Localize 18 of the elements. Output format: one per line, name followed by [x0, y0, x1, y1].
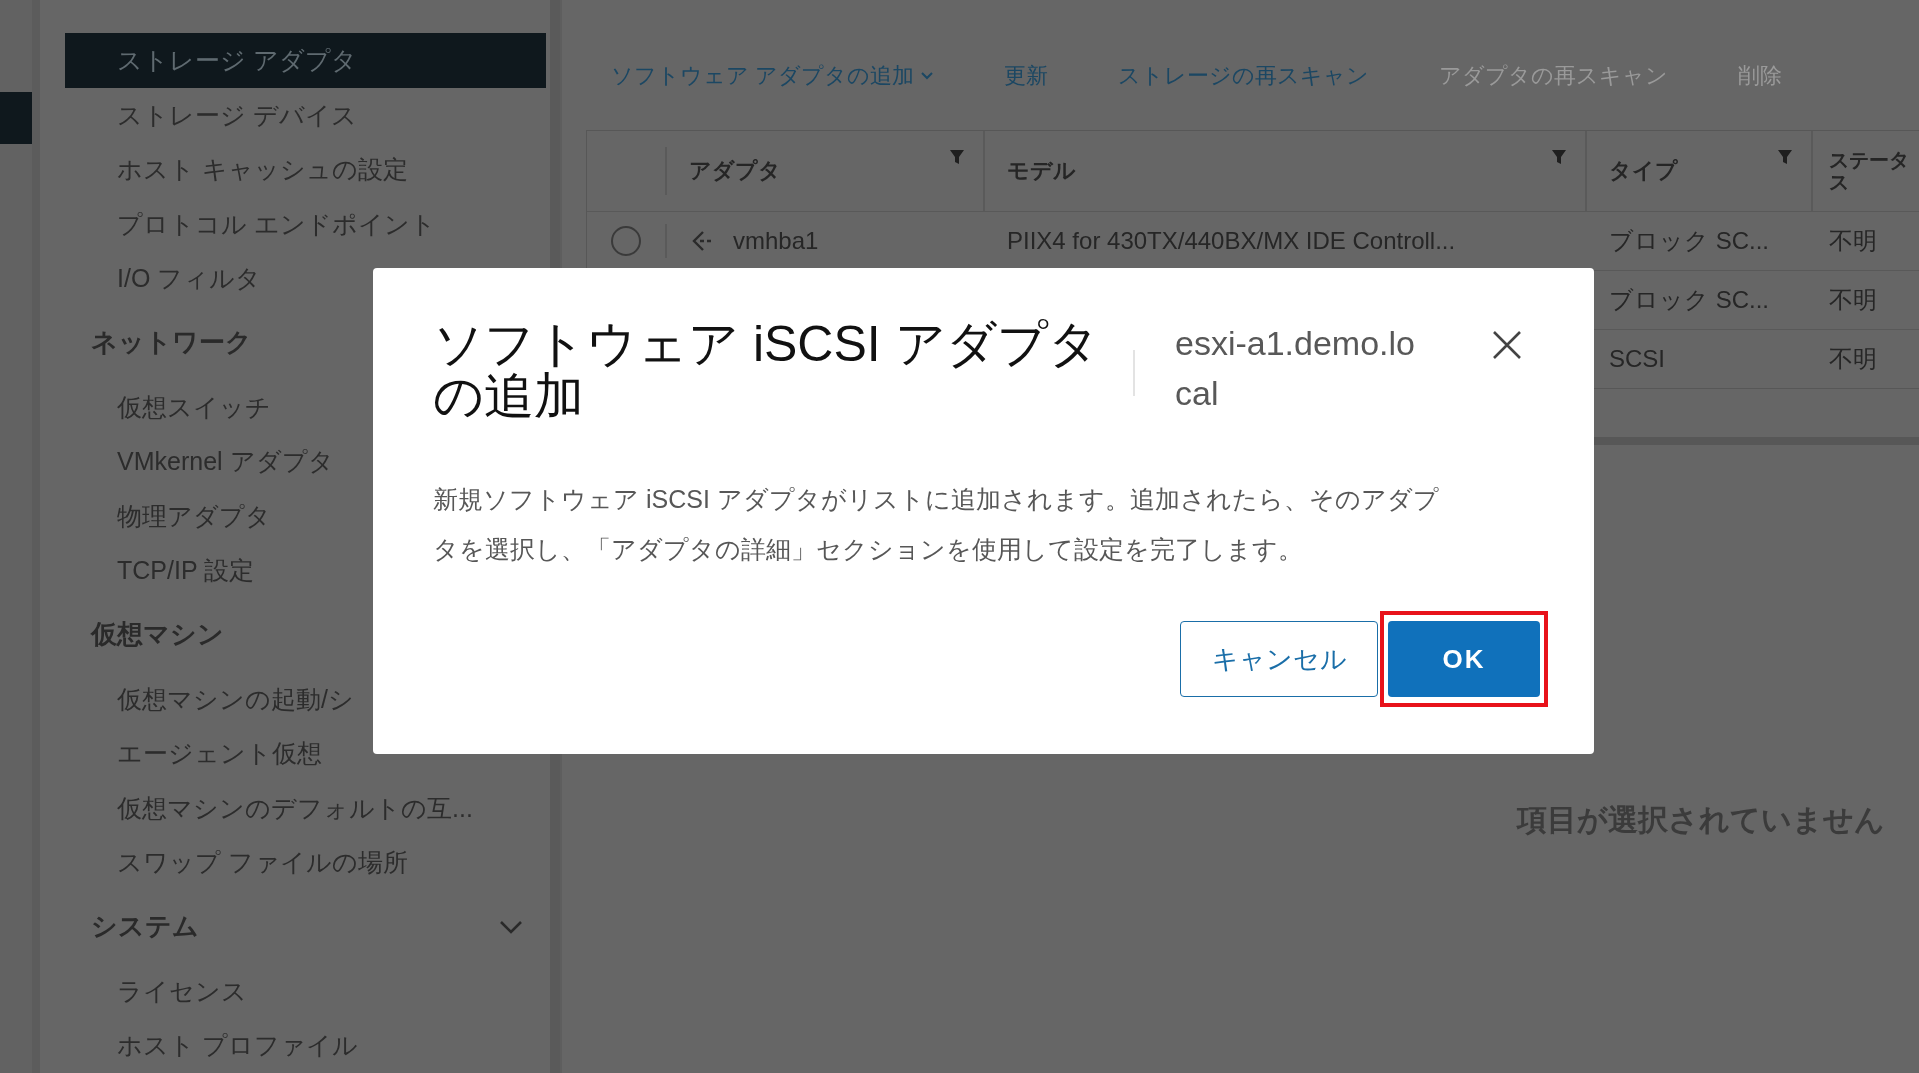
- column-header: アダプタ: [689, 157, 781, 185]
- section-heading: ネットワーク: [91, 326, 252, 359]
- table-cell-text: 不明: [1829, 226, 1877, 256]
- host-name: esxi-a1.demo.local: [1175, 323, 1416, 414]
- table-cell-text: 不明: [1829, 285, 1877, 315]
- dialog-message: 新規ソフトウェア iSCSI アダプタがリストに追加されます。追加されたら、そのアダプタを選択し、「アダプタの詳細」セクションを使用して設定を完了します。: [433, 484, 1440, 565]
- table-cell-text: ブロック SC...: [1609, 285, 1769, 315]
- table-cell: vmhba1: [733, 227, 819, 255]
- column-header: タイプ: [1609, 157, 1678, 185]
- section-heading: システム: [91, 910, 199, 943]
- table-cell: SCSI: [1609, 345, 1665, 373]
- table-cell-text: ブロック SC...: [1609, 226, 1769, 256]
- section-heading: 仮想マシン: [91, 618, 224, 651]
- column-header: ステータス: [1829, 149, 1910, 193]
- dialog-title: ソフトウェア iSCSI アダプタの追加: [433, 318, 1100, 422]
- table-cell-text: 不明: [1829, 344, 1877, 374]
- table-cell: PIIX4 for 430TX/440BX/MX IDE Controll...: [1007, 227, 1456, 255]
- column-header: モデル: [1007, 157, 1076, 185]
